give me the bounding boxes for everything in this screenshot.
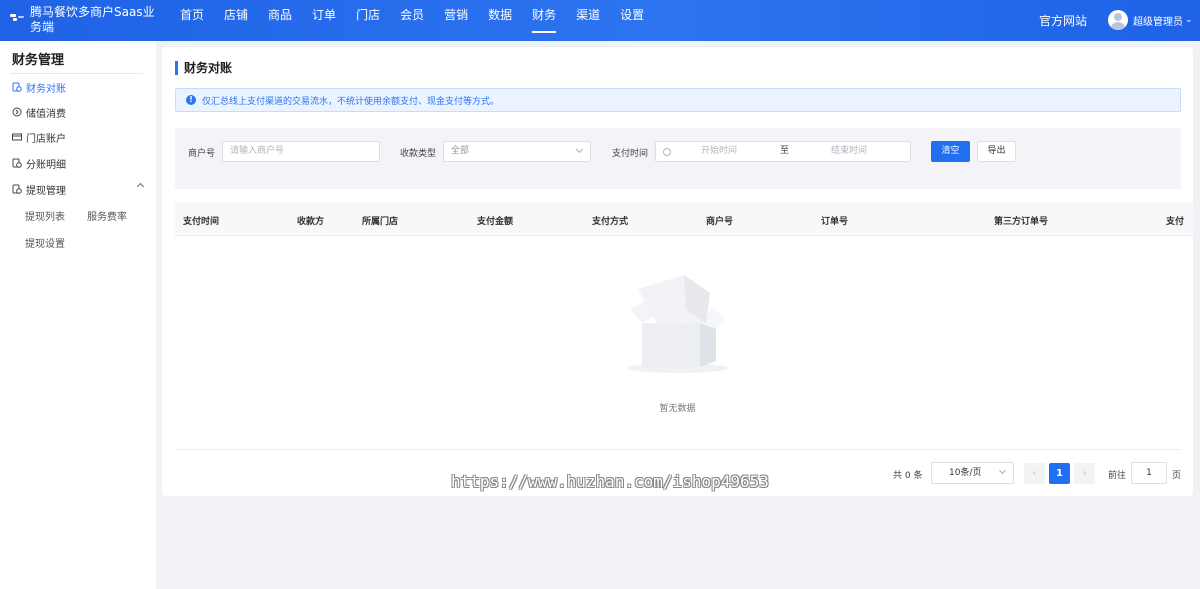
nav-finance[interactable]: 财务	[522, 0, 566, 41]
withdraw-icon	[12, 184, 22, 194]
pagination-total: 共 0 条	[893, 471, 923, 481]
sidebar-subitem-withdraw-settings[interactable]: 提现设置	[25, 235, 65, 250]
goto-page-input[interactable]: 1	[1131, 462, 1167, 484]
sidebar-divider	[10, 73, 143, 74]
col-amount: 支付金额	[477, 217, 514, 227]
sidebar-item-label: 分账明细	[26, 159, 66, 171]
page-size-select[interactable]: 10条/页	[931, 462, 1014, 484]
type-label: 收款类型	[400, 149, 437, 159]
empty-box-icon	[628, 275, 728, 373]
col-pay-time: 支付时间	[183, 217, 220, 227]
sidebar-item-withdraw[interactable]: 提现管理	[12, 180, 147, 198]
sidebar-subitem-withdraw-list[interactable]: 提现列表	[25, 208, 65, 223]
empty-state-text: 暂无数据	[659, 404, 696, 414]
sidebar-item-label: 财务对账	[26, 83, 66, 95]
official-site-link[interactable]: 官方网站	[1039, 12, 1087, 29]
col-store: 所属门店	[362, 217, 399, 227]
sidebar-item-label: 储值消费	[26, 108, 66, 120]
prev-page-button[interactable]: ‹	[1024, 463, 1045, 484]
date-range-picker[interactable]: 开始时间 至 结束时间	[655, 141, 911, 162]
nav-stores[interactable]: 门店	[346, 0, 390, 41]
nav-marketing[interactable]: 营销	[434, 0, 478, 41]
date-end: 结束时间	[831, 146, 868, 156]
merchant-placeholder: 请输入商户号	[230, 146, 285, 156]
filter-bar: 商户号 请输入商户号 收款类型 全部 支付时间 开始时间 至 结束时间 清空 导…	[175, 128, 1181, 189]
main-panel: 财务对账 ! 仅汇总线上支付渠道的交易流水，不统计使用余额支付、现金支付等方式。…	[162, 47, 1193, 496]
sidebar-item-store-account[interactable]: 门店账户	[12, 128, 147, 146]
table-bottom-border	[175, 449, 1181, 450]
col-merchant-no: 商户号	[706, 217, 734, 227]
brand-name: 腾马餐饮多商户Saas业务端	[30, 5, 155, 34]
chevron-down-icon	[998, 466, 1007, 475]
sidebar-item-label: 提现管理	[26, 185, 66, 197]
page-unit-label: 页	[1172, 471, 1182, 481]
time-label: 支付时间	[612, 149, 649, 159]
sidebar-subitem-service-rate[interactable]: 服务费率	[87, 208, 127, 223]
sidebar-item-stored-value[interactable]: 储值消费	[12, 103, 147, 121]
col-payee: 收款方	[297, 217, 325, 227]
page-size-value: 10条/页	[949, 468, 982, 478]
type-value: 全部	[451, 146, 470, 156]
clock-icon	[663, 148, 671, 156]
sidebar-item-label: 门店账户	[26, 133, 66, 145]
sidebar-item-reconcile[interactable]: 财务对账	[12, 78, 147, 96]
type-select[interactable]: 全部	[443, 141, 591, 162]
info-alert: ! 仅汇总线上支付渠道的交易流水，不统计使用余额支付、现金支付等方式。	[175, 88, 1181, 112]
reconcile-icon	[12, 82, 22, 92]
export-button[interactable]: 导出	[977, 141, 1016, 162]
nav-home[interactable]: 首页	[170, 0, 214, 41]
user-name: 超级管理员	[1133, 16, 1183, 28]
nav-channels[interactable]: 渠道	[566, 0, 610, 41]
table-header: 支付时间 收款方 所属门店 支付金额 支付方式 商户号 订单号 第三方订单号 支…	[175, 202, 1193, 236]
stored-value-icon	[12, 107, 22, 117]
user-menu[interactable]: 超级管理员 ⌄	[1108, 10, 1193, 30]
clear-button[interactable]: 清空	[931, 141, 970, 162]
col-pay-method: 支付方式	[592, 217, 629, 227]
split-detail-icon	[12, 158, 22, 168]
date-separator: 至	[780, 146, 790, 156]
merchant-input[interactable]: 请输入商户号	[222, 141, 380, 162]
sidebar-item-split-detail[interactable]: 分账明细	[12, 154, 147, 172]
main-nav: 首页 店铺 商品 订单 门店 会员 营销 数据 财务 渠道 设置	[170, 0, 654, 41]
brand-logo-icon	[10, 14, 24, 22]
top-navbar: 腾马餐饮多商户Saas业务端 首页 店铺 商品 订单 门店 会员 营销 数据 财…	[0, 0, 1200, 41]
col-order-no: 订单号	[821, 217, 849, 227]
sidebar: 财务管理 财务对账 储值消费 门店账户 分账明细 提现管理 提现列表 服务费率 …	[0, 41, 156, 589]
chevron-down-icon	[575, 145, 584, 154]
nav-shop[interactable]: 店铺	[214, 0, 258, 41]
col-pay-overflow: 支付	[1166, 217, 1185, 227]
chevron-up-icon	[136, 182, 145, 191]
chevron-down-icon: ⌄	[1185, 15, 1193, 25]
watermark: https://www.huzhan.com/ishop49653	[451, 472, 769, 491]
brand[interactable]: 腾马餐饮多商户Saas业务端	[10, 5, 160, 37]
info-icon: !	[186, 95, 196, 105]
goto-label: 前往	[1108, 471, 1127, 481]
nav-data[interactable]: 数据	[478, 0, 522, 41]
alert-text: 仅汇总线上支付渠道的交易流水，不统计使用余额支付、现金支付等方式。	[202, 96, 500, 107]
date-start: 开始时间	[701, 146, 738, 156]
store-account-icon	[12, 132, 22, 142]
nav-goods[interactable]: 商品	[258, 0, 302, 41]
nav-members[interactable]: 会员	[390, 0, 434, 41]
page-number-button[interactable]: 1	[1049, 463, 1070, 484]
next-page-button[interactable]: ›	[1074, 463, 1095, 484]
col-third-party-order: 第三方订单号	[994, 217, 1049, 227]
merchant-label: 商户号	[188, 149, 216, 159]
page-title: 财务对账	[175, 61, 232, 75]
nav-settings[interactable]: 设置	[610, 0, 654, 41]
avatar	[1108, 10, 1128, 30]
nav-orders[interactable]: 订单	[302, 0, 346, 41]
sidebar-title: 财务管理	[12, 53, 65, 68]
